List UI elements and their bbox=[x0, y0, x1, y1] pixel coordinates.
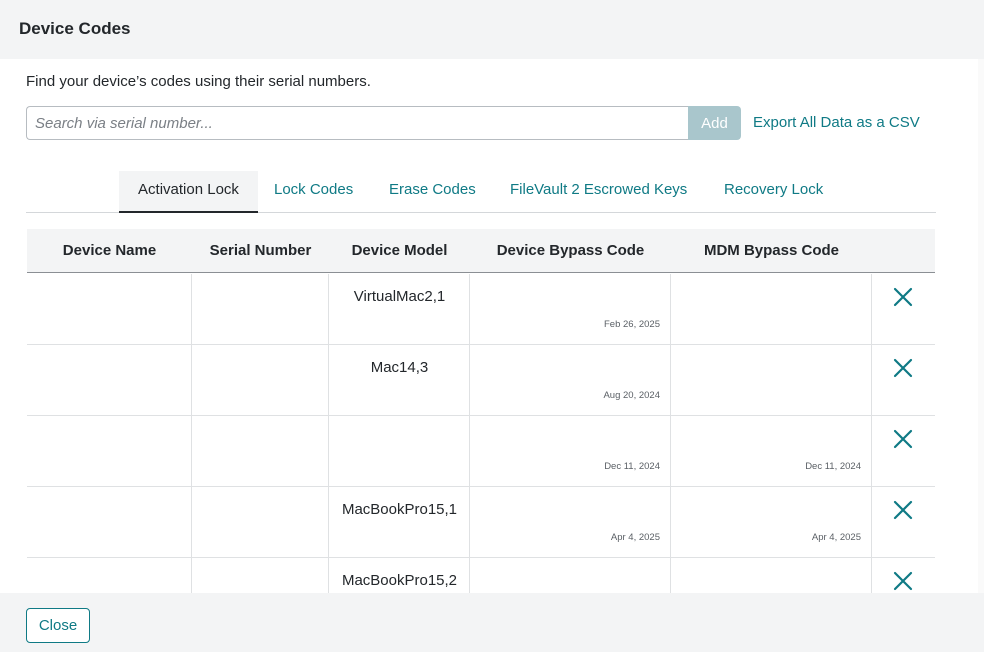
device-name-cell bbox=[27, 274, 192, 345]
dialog-body[interactable]: Find your device’s codes using their ser… bbox=[0, 59, 984, 593]
device-bypass-date: Dec 11, 2024 bbox=[604, 461, 660, 472]
search-row: Add Export All Data as a CSV bbox=[26, 106, 924, 140]
mdm-bypass-cell bbox=[670, 345, 872, 416]
device-bypass-cell: Dec 11, 2024 bbox=[469, 416, 671, 487]
device-model-cell: MacBookPro15,2 bbox=[328, 558, 470, 593]
dialog-header: Device Codes bbox=[0, 0, 984, 59]
actions-cell bbox=[871, 345, 935, 416]
tab-lock-codes[interactable]: Lock Codes bbox=[274, 171, 353, 213]
device-model: VirtualMac2,1 bbox=[353, 288, 446, 305]
tab-erase-codes[interactable]: Erase Codes bbox=[389, 171, 476, 213]
mdm-bypass-cell: Apr 4, 2025 bbox=[670, 487, 872, 558]
table-row: MacBookPro15,1 Apr 4, 2025 Apr 4, 2025 bbox=[27, 487, 935, 558]
scrollbar[interactable] bbox=[978, 59, 984, 593]
device-model-cell: MacBookPro15,1 bbox=[328, 487, 470, 558]
device-bypass-date: Feb 26, 2025 bbox=[604, 319, 660, 330]
device-model: MacBookPro15,1 bbox=[341, 501, 458, 518]
device-model: MacBookPro15,2 bbox=[341, 572, 458, 589]
column-header-device-name[interactable]: Device Name bbox=[27, 229, 192, 273]
serial-search-input[interactable] bbox=[26, 106, 689, 140]
column-header-device-model[interactable]: Device Model bbox=[329, 229, 470, 273]
device-bypass-cell bbox=[469, 558, 671, 593]
device-model-cell: Mac14,3 bbox=[328, 345, 470, 416]
device-bypass-cell: Aug 20, 2024 bbox=[469, 345, 671, 416]
device-model-cell: VirtualMac2,1 bbox=[328, 274, 470, 345]
table-row: VirtualMac2,1 Feb 26, 2025 bbox=[27, 274, 935, 345]
close-x-icon[interactable] bbox=[892, 428, 914, 450]
table-row: MacBookPro15,2 bbox=[27, 558, 935, 593]
device-bypass-date: Apr 4, 2025 bbox=[610, 532, 660, 543]
device-model: Mac14,3 bbox=[370, 359, 429, 376]
mdm-bypass-cell bbox=[670, 274, 872, 345]
close-button[interactable]: Close bbox=[26, 608, 90, 643]
tab-recovery-lock[interactable]: Recovery Lock bbox=[724, 171, 823, 213]
device-bypass-cell: Feb 26, 2025 bbox=[469, 274, 671, 345]
export-csv-link[interactable]: Export All Data as a CSV bbox=[753, 114, 920, 131]
serial-number-cell bbox=[191, 416, 329, 487]
serial-number-cell bbox=[191, 274, 329, 345]
close-x-icon[interactable] bbox=[892, 286, 914, 308]
device-name-cell bbox=[27, 487, 192, 558]
tab-filevault-keys[interactable]: FileVault 2 Escrowed Keys bbox=[510, 171, 687, 213]
column-header-device-bypass-code[interactable]: Device Bypass Code bbox=[470, 229, 671, 273]
actions-cell bbox=[871, 416, 935, 487]
close-x-icon[interactable] bbox=[892, 499, 914, 521]
close-x-icon[interactable] bbox=[892, 570, 914, 592]
dialog-footer: Close bbox=[0, 593, 984, 652]
device-bypass-date: Aug 20, 2024 bbox=[603, 390, 660, 401]
code-type-tabs: Activation Lock Lock Codes Erase Codes F… bbox=[26, 171, 936, 213]
add-button[interactable]: Add bbox=[688, 106, 741, 140]
actions-cell bbox=[871, 558, 935, 593]
serial-number-cell bbox=[191, 487, 329, 558]
mdm-bypass-cell bbox=[670, 558, 872, 593]
table-row: Dec 11, 2024 Dec 11, 2024 bbox=[27, 416, 935, 487]
column-header-serial-number[interactable]: Serial Number bbox=[192, 229, 329, 273]
mdm-bypass-cell: Dec 11, 2024 bbox=[670, 416, 872, 487]
device-name-cell bbox=[27, 345, 192, 416]
tab-activation-lock[interactable]: Activation Lock bbox=[119, 171, 258, 213]
device-bypass-cell: Apr 4, 2025 bbox=[469, 487, 671, 558]
actions-cell bbox=[871, 274, 935, 345]
column-header-mdm-bypass-code[interactable]: MDM Bypass Code bbox=[671, 229, 872, 273]
table-row: Mac14,3 Aug 20, 2024 bbox=[27, 345, 935, 416]
actions-cell bbox=[871, 487, 935, 558]
table-header: Device Name Serial Number Device Model D… bbox=[27, 229, 935, 273]
mdm-bypass-date: Dec 11, 2024 bbox=[805, 461, 861, 472]
device-name-cell bbox=[27, 416, 192, 487]
dialog-title: Device Codes bbox=[19, 19, 131, 38]
serial-number-cell bbox=[191, 558, 329, 593]
device-model-cell bbox=[328, 416, 470, 487]
close-x-icon[interactable] bbox=[892, 357, 914, 379]
intro-text: Find your device’s codes using their ser… bbox=[26, 73, 371, 90]
device-name-cell bbox=[27, 558, 192, 593]
mdm-bypass-date: Apr 4, 2025 bbox=[811, 532, 861, 543]
serial-number-cell bbox=[191, 345, 329, 416]
